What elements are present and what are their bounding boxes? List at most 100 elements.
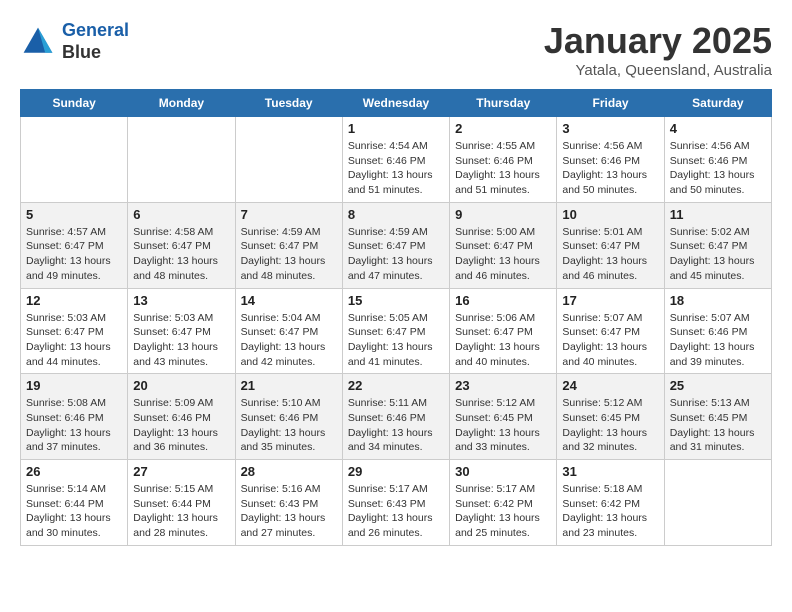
day-info: Sunrise: 5:05 AM Sunset: 6:47 PM Dayligh… — [348, 311, 444, 370]
day-info: Sunrise: 5:12 AM Sunset: 6:45 PM Dayligh… — [455, 396, 551, 455]
day-number: 11 — [670, 207, 766, 222]
day-number: 5 — [26, 207, 122, 222]
day-info: Sunrise: 5:07 AM Sunset: 6:47 PM Dayligh… — [562, 311, 658, 370]
day-cell: 3 Sunrise: 4:56 AM Sunset: 6:46 PM Daylig… — [557, 117, 664, 203]
day-cell: 18Sunrise: 5:07 AM Sunset: 6:46 PM Dayli… — [664, 288, 771, 374]
day-number: 6 — [133, 207, 229, 222]
day-info: Sunrise: 5:00 AM Sunset: 6:47 PM Dayligh… — [455, 225, 551, 284]
calendar-table: SundayMondayTuesdayWednesdayThursdayFrid… — [20, 89, 772, 546]
day-info: Sunrise: 4:59 AM Sunset: 6:47 PM Dayligh… — [241, 225, 337, 284]
day-number: 14 — [241, 293, 337, 308]
day-info: Sunrise: 5:08 AM Sunset: 6:46 PM Dayligh… — [26, 396, 122, 455]
day-number: 7 — [241, 207, 337, 222]
title-block: January 2025 Yatala, Queensland, Austral… — [544, 20, 772, 79]
day-info: Sunrise: 4:59 AM Sunset: 6:47 PM Dayligh… — [348, 225, 444, 284]
day-info: Sunrise: 5:18 AM Sunset: 6:42 PM Dayligh… — [562, 482, 658, 541]
page-header: General Blue January 2025 Yatala, Queens… — [20, 20, 772, 79]
day-info: Sunrise: 5:07 AM Sunset: 6:46 PM Dayligh… — [670, 311, 766, 370]
day-number: 25 — [670, 378, 766, 393]
day-cell: 26 Sunrise: 5:14 AM Sunset: 6:44 PM Dayli… — [21, 460, 128, 546]
day-cell: 9 Sunrise: 5:00 AM Sunset: 6:47 PM Daylig… — [450, 202, 557, 288]
day-cell: 13Sunrise: 5:03 AM Sunset: 6:47 PM Dayli… — [128, 288, 235, 374]
day-info: Sunrise: 5:14 AM Sunset: 6:44 PM Dayligh… — [26, 482, 122, 541]
day-cell: 29 Sunrise: 5:17 AM Sunset: 6:43 PM Dayli… — [342, 460, 449, 546]
day-number: 29 — [348, 464, 444, 479]
day-cell: 22 Sunrise: 5:11 AM Sunset: 6:46 PM Dayli… — [342, 374, 449, 460]
day-cell — [21, 117, 128, 203]
day-number: 10 — [562, 207, 658, 222]
day-number: 26 — [26, 464, 122, 479]
day-info: Sunrise: 5:03 AM Sunset: 6:47 PM Dayligh… — [26, 311, 122, 370]
day-info: Sunrise: 4:57 AM Sunset: 6:47 PM Dayligh… — [26, 225, 122, 284]
day-cell: 12Sunrise: 5:03 AM Sunset: 6:47 PM Dayli… — [21, 288, 128, 374]
day-info: Sunrise: 5:17 AM Sunset: 6:43 PM Dayligh… — [348, 482, 444, 541]
logo: General Blue — [20, 20, 129, 63]
day-number: 15 — [348, 293, 444, 308]
week-row-4: 19 Sunrise: 5:08 AM Sunset: 6:46 PM Dayli… — [21, 374, 772, 460]
week-row-2: 5 Sunrise: 4:57 AM Sunset: 6:47 PM Daylig… — [21, 202, 772, 288]
day-cell: 20 Sunrise: 5:09 AM Sunset: 6:46 PM Dayli… — [128, 374, 235, 460]
logo-line2: Blue — [62, 42, 129, 64]
day-number: 4 — [670, 121, 766, 136]
day-header-sunday: Sunday — [21, 90, 128, 117]
day-header-monday: Monday — [128, 90, 235, 117]
day-cell: 28 Sunrise: 5:16 AM Sunset: 6:43 PM Dayli… — [235, 460, 342, 546]
day-cell: 6Sunrise: 4:58 AM Sunset: 6:47 PM Daylig… — [128, 202, 235, 288]
day-cell: 8Sunrise: 4:59 AM Sunset: 6:47 PM Daylig… — [342, 202, 449, 288]
day-cell — [664, 460, 771, 546]
day-info: Sunrise: 5:09 AM Sunset: 6:46 PM Dayligh… — [133, 396, 229, 455]
day-info: Sunrise: 5:10 AM Sunset: 6:46 PM Dayligh… — [241, 396, 337, 455]
day-number: 23 — [455, 378, 551, 393]
day-cell: 15 Sunrise: 5:05 AM Sunset: 6:47 PM Dayli… — [342, 288, 449, 374]
day-cell: 21 Sunrise: 5:10 AM Sunset: 6:46 PM Dayli… — [235, 374, 342, 460]
day-number: 19 — [26, 378, 122, 393]
day-number: 3 — [562, 121, 658, 136]
day-cell: 16Sunrise: 5:06 AM Sunset: 6:47 PM Dayli… — [450, 288, 557, 374]
day-number: 2 — [455, 121, 551, 136]
day-cell: 11Sunrise: 5:02 AM Sunset: 6:47 PM Dayli… — [664, 202, 771, 288]
day-cell: 23 Sunrise: 5:12 AM Sunset: 6:45 PM Dayli… — [450, 374, 557, 460]
day-cell: 10Sunrise: 5:01 AM Sunset: 6:47 PM Dayli… — [557, 202, 664, 288]
day-cell: 1Sunrise: 4:54 AM Sunset: 6:46 PM Daylig… — [342, 117, 449, 203]
day-cell: 5 Sunrise: 4:57 AM Sunset: 6:47 PM Daylig… — [21, 202, 128, 288]
day-cell — [128, 117, 235, 203]
day-cell: 25 Sunrise: 5:13 AM Sunset: 6:45 PM Dayli… — [664, 374, 771, 460]
day-info: Sunrise: 4:55 AM Sunset: 6:46 PM Dayligh… — [455, 139, 551, 198]
day-info: Sunrise: 4:56 AM Sunset: 6:46 PM Dayligh… — [562, 139, 658, 198]
logo-line1: General — [62, 20, 129, 40]
day-info: Sunrise: 5:16 AM Sunset: 6:43 PM Dayligh… — [241, 482, 337, 541]
days-header-row: SundayMondayTuesdayWednesdayThursdayFrid… — [21, 90, 772, 117]
day-cell: 24Sunrise: 5:12 AM Sunset: 6:45 PM Dayli… — [557, 374, 664, 460]
day-cell — [235, 117, 342, 203]
day-number: 9 — [455, 207, 551, 222]
day-info: Sunrise: 4:56 AM Sunset: 6:46 PM Dayligh… — [670, 139, 766, 198]
day-cell: 4 Sunrise: 4:56 AM Sunset: 6:46 PM Daylig… — [664, 117, 771, 203]
day-cell: 31Sunrise: 5:18 AM Sunset: 6:42 PM Dayli… — [557, 460, 664, 546]
day-number: 28 — [241, 464, 337, 479]
day-number: 17 — [562, 293, 658, 308]
day-cell: 19 Sunrise: 5:08 AM Sunset: 6:46 PM Dayli… — [21, 374, 128, 460]
day-number: 21 — [241, 378, 337, 393]
day-number: 16 — [455, 293, 551, 308]
day-info: Sunrise: 5:12 AM Sunset: 6:45 PM Dayligh… — [562, 396, 658, 455]
week-row-5: 26 Sunrise: 5:14 AM Sunset: 6:44 PM Dayli… — [21, 460, 772, 546]
day-cell: 14Sunrise: 5:04 AM Sunset: 6:47 PM Dayli… — [235, 288, 342, 374]
day-number: 22 — [348, 378, 444, 393]
day-header-wednesday: Wednesday — [342, 90, 449, 117]
day-number: 20 — [133, 378, 229, 393]
day-number: 27 — [133, 464, 229, 479]
day-info: Sunrise: 5:11 AM Sunset: 6:46 PM Dayligh… — [348, 396, 444, 455]
month-title: January 2025 — [544, 20, 772, 62]
day-header-friday: Friday — [557, 90, 664, 117]
logo-text: General Blue — [62, 20, 129, 63]
day-number: 30 — [455, 464, 551, 479]
day-info: Sunrise: 5:13 AM Sunset: 6:45 PM Dayligh… — [670, 396, 766, 455]
day-cell: 27 Sunrise: 5:15 AM Sunset: 6:44 PM Dayli… — [128, 460, 235, 546]
day-header-saturday: Saturday — [664, 90, 771, 117]
day-number: 13 — [133, 293, 229, 308]
logo-icon — [20, 24, 56, 60]
day-info: Sunrise: 5:15 AM Sunset: 6:44 PM Dayligh… — [133, 482, 229, 541]
week-row-1: 1Sunrise: 4:54 AM Sunset: 6:46 PM Daylig… — [21, 117, 772, 203]
week-row-3: 12Sunrise: 5:03 AM Sunset: 6:47 PM Dayli… — [21, 288, 772, 374]
day-number: 1 — [348, 121, 444, 136]
